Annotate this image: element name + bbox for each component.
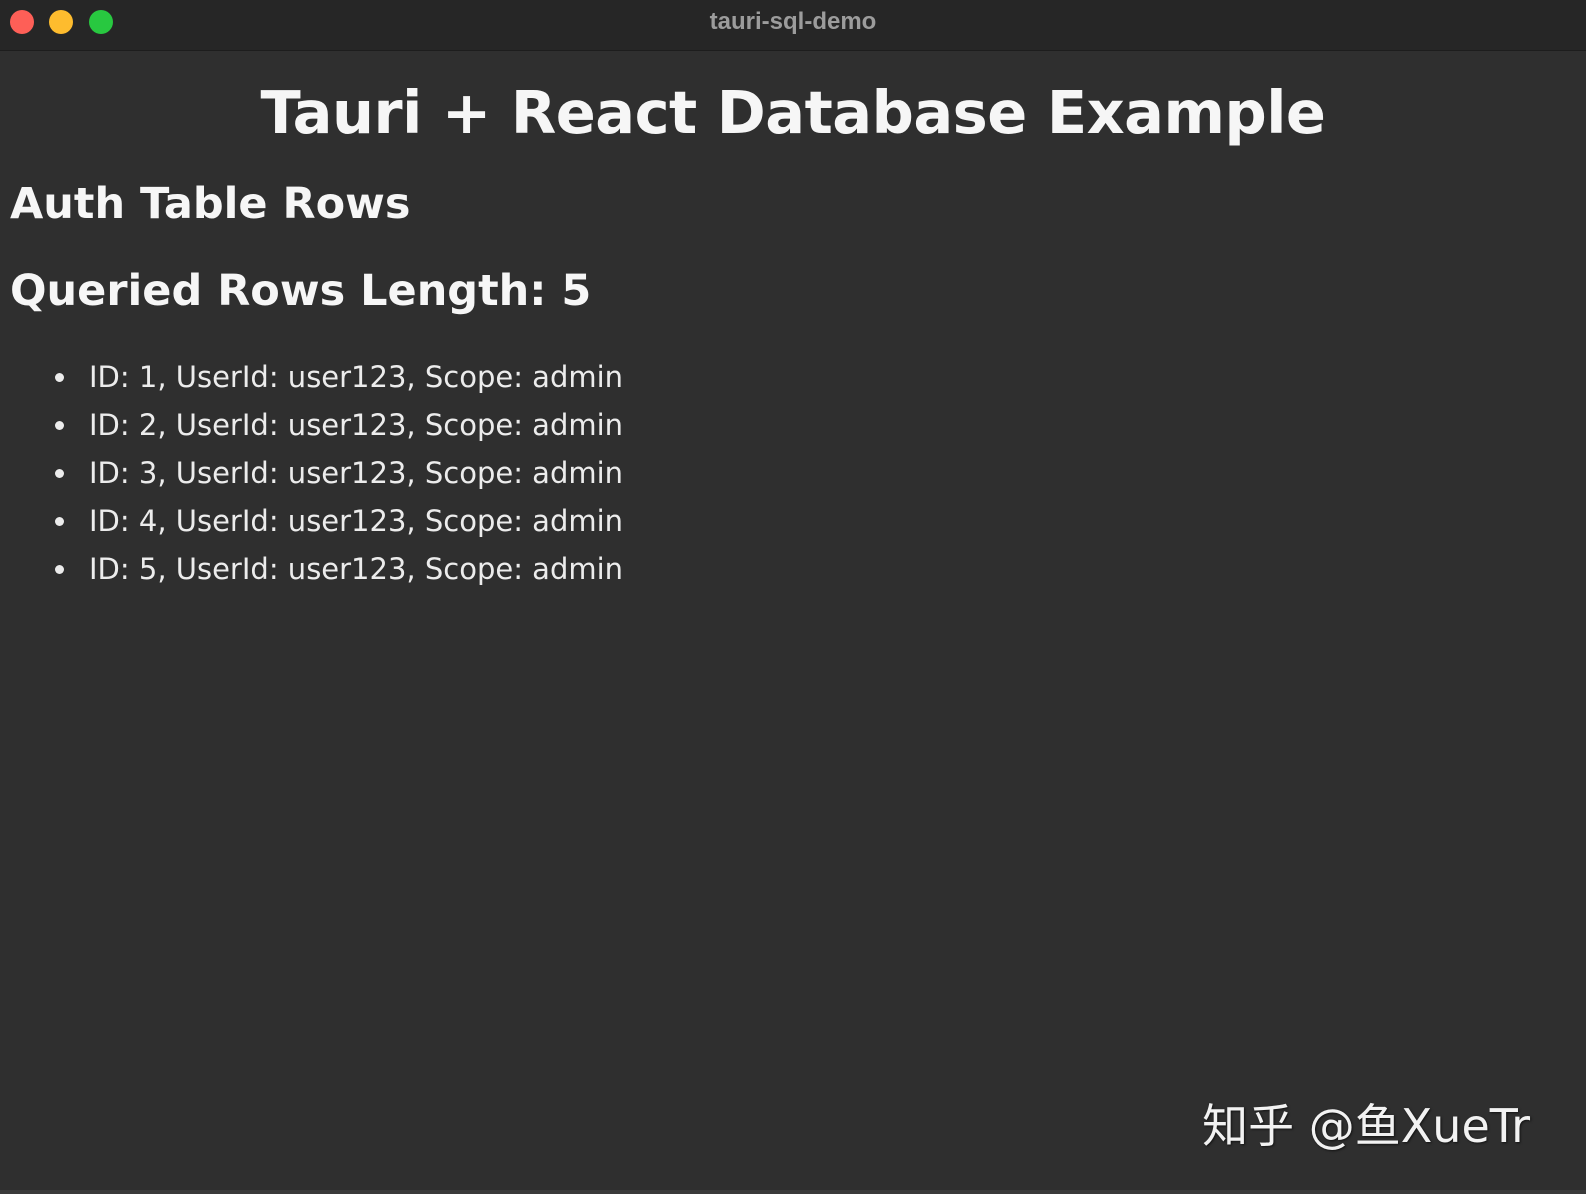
row-text: ID: 5, UserId: user123, Scope: admin (89, 552, 624, 586)
section-heading: Auth Table Rows (10, 179, 411, 229)
page-title: Tauri + React Database Example (260, 78, 1326, 147)
list-item: ID: 1, UserId: user123, Scope: admin (55, 353, 624, 401)
bullet-icon (55, 517, 64, 526)
row-text: ID: 3, UserId: user123, Scope: admin (89, 456, 624, 490)
app-window: tauri-sql-demo Tauri + React Database Ex… (0, 0, 1586, 1194)
window-bottom-edge (0, 1190, 1586, 1194)
window-title: tauri-sql-demo (709, 8, 877, 35)
row-text: ID: 1, UserId: user123, Scope: admin (89, 360, 624, 394)
bullet-icon (55, 469, 64, 478)
bullet-icon (55, 373, 64, 382)
bullet-icon (55, 565, 64, 574)
watermark-text: 知乎 @鱼XueTr (1202, 1099, 1530, 1153)
title-bar[interactable]: tauri-sql-demo (0, 0, 1586, 51)
list-item: ID: 4, UserId: user123, Scope: admin (55, 497, 624, 545)
row-text: ID: 4, UserId: user123, Scope: admin (89, 504, 624, 538)
list-item: ID: 5, UserId: user123, Scope: admin (55, 545, 624, 593)
main-content: Tauri + React Database Example Auth Tabl… (0, 51, 1586, 1194)
rows-length-heading: Queried Rows Length: 5 (10, 266, 592, 316)
auth-rows-list: ID: 1, UserId: user123, Scope: admin ID:… (0, 353, 623, 593)
row-text: ID: 2, UserId: user123, Scope: admin (89, 408, 624, 442)
list-item: ID: 3, UserId: user123, Scope: admin (55, 449, 624, 497)
bullet-icon (55, 421, 64, 430)
list-item: ID: 2, UserId: user123, Scope: admin (55, 401, 624, 449)
